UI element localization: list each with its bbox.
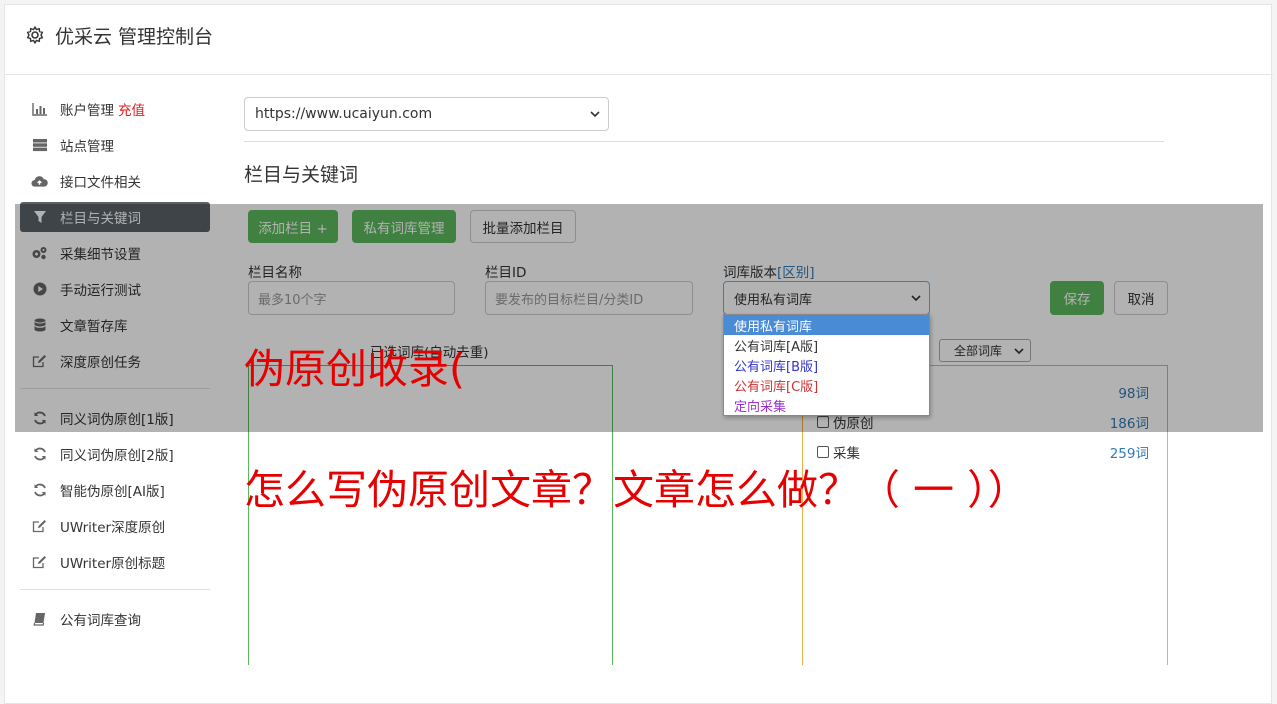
chevron-down-icon xyxy=(590,111,600,118)
gear-icon xyxy=(26,26,44,44)
sidebar-divider xyxy=(20,589,210,590)
sidebar-item-interface-files[interactable]: 接口文件相关 xyxy=(20,166,210,196)
sidebar-item-label: 同义词伪原创[2版] xyxy=(60,448,174,464)
sidebar-item-label: 接口文件相关 xyxy=(60,175,141,191)
list-item[interactable]: 采集 259词 xyxy=(817,442,1149,462)
recharge-link[interactable]: 充值 xyxy=(118,99,145,119)
section-title: 栏目与关键词 xyxy=(244,164,359,186)
server-icon xyxy=(31,137,48,153)
word-count: 259词 xyxy=(1109,446,1149,462)
dropdown-option[interactable]: 公有词库[B版] xyxy=(724,355,929,375)
dropdown-option[interactable]: 公有词库[A版] xyxy=(724,335,929,355)
highlight-overlay xyxy=(15,204,1263,432)
book-icon xyxy=(31,611,48,627)
sidebar-item-label: UWriter深度原创 xyxy=(60,520,166,536)
sidebar-item-ai-rewrite[interactable]: 智能伪原创[AI版] xyxy=(20,475,210,505)
bar-chart-icon xyxy=(31,101,48,117)
refresh-icon xyxy=(31,446,48,462)
caption-line-1: 伪原创收录( xyxy=(244,345,465,393)
header-bar: 优采云 管理控制台 xyxy=(5,5,1273,75)
sidebar-item-label: 公有词库查询 xyxy=(60,613,141,629)
library-name: 采集 xyxy=(833,446,860,462)
site-select[interactable]: https://www.ucaiyun.com xyxy=(244,97,609,131)
page-title: 优采云 管理控制台 xyxy=(55,26,214,48)
sidebar-item-uwriter-deep[interactable]: UWriter深度原创 xyxy=(20,511,210,541)
edit-icon xyxy=(31,518,48,534)
library-checkbox[interactable] xyxy=(817,446,829,458)
sidebar-item-sites[interactable]: 站点管理 xyxy=(20,130,210,160)
divider xyxy=(244,141,1164,142)
sidebar-item-synonym-v2[interactable]: 同义词伪原创[2版] xyxy=(20,439,210,469)
site-select-value: https://www.ucaiyun.com xyxy=(255,106,433,122)
dropdown-option[interactable]: 定向采集 xyxy=(724,395,929,415)
sidebar-item-public-lib-query[interactable]: 公有词库查询 xyxy=(20,604,210,634)
refresh-icon xyxy=(31,482,48,498)
sidebar-item-label: 智能伪原创[AI版] xyxy=(60,484,165,500)
sidebar-item-label: 站点管理 xyxy=(60,139,114,155)
sidebar-item-account[interactable]: 账户管理 充值 xyxy=(20,94,210,124)
caption-line-2: 怎么写伪原创文章？文章怎么做？（ 一 ）） xyxy=(244,466,1029,514)
cloud-upload-icon xyxy=(31,173,48,189)
edit-icon xyxy=(31,554,48,570)
dropdown-option[interactable]: 公有词库[C版] xyxy=(724,375,929,395)
library-version-dropdown: 使用私有词库 公有词库[A版] 公有词库[B版] 公有词库[C版] 定向采集 xyxy=(723,314,930,416)
dropdown-option[interactable]: 使用私有词库 xyxy=(724,315,929,335)
sidebar-item-uwriter-title[interactable]: UWriter原创标题 xyxy=(20,547,210,577)
sidebar-item-label: 账户管理 xyxy=(60,103,114,119)
sidebar-item-label: UWriter原创标题 xyxy=(60,556,166,572)
